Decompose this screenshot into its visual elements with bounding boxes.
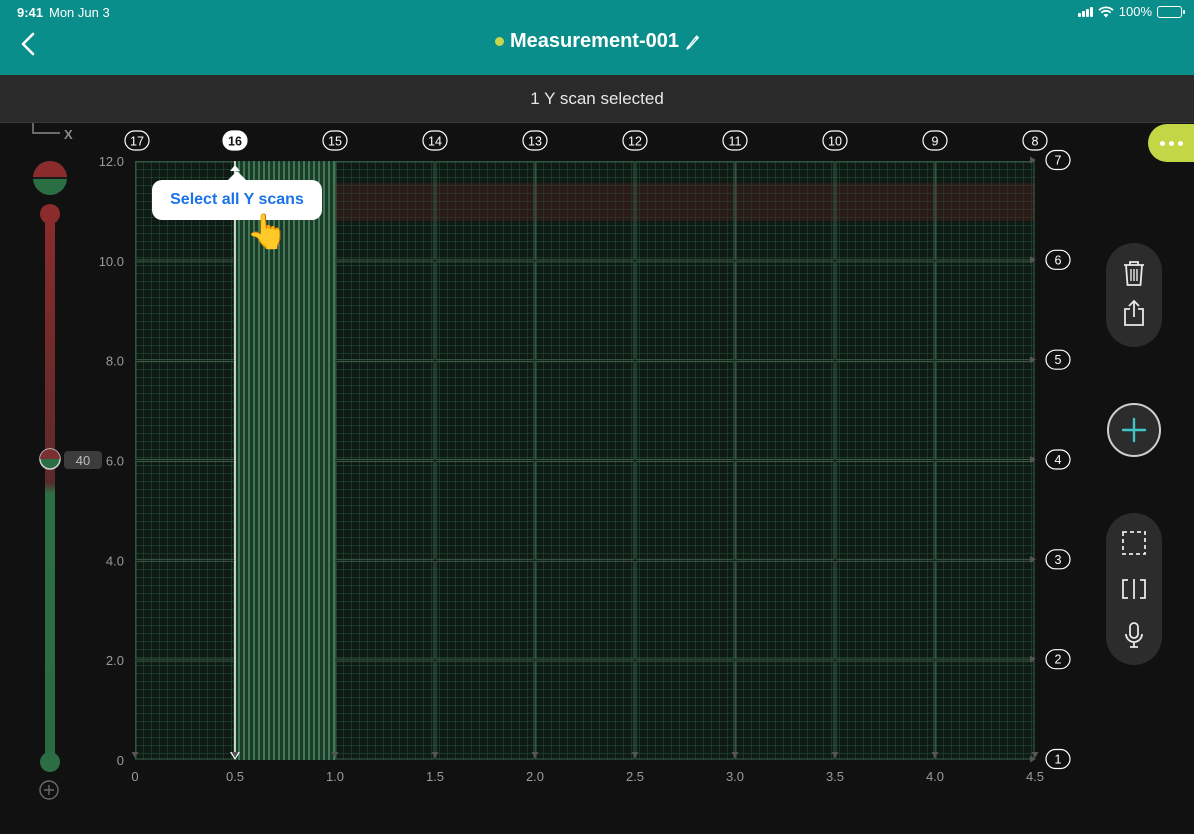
scan-grid-plot[interactable]: X 0 0.5 1.0 1.5 2.0 2.5 3.0 3.5 4.0 4.5 0 2.0 4.0 6.0… <box>0 123 1100 834</box>
selection-box-icon <box>1122 531 1146 555</box>
split-view-icon <box>1122 579 1146 599</box>
depth-value-badge: 40 <box>64 451 102 469</box>
y-scan-label-14[interactable]: 14 <box>422 130 448 151</box>
depth-slider-top-handle[interactable] <box>40 204 60 224</box>
y-scan-label-12[interactable]: 12 <box>622 130 648 151</box>
x-tick-label: 2.0 <box>526 769 544 784</box>
y-scan-number: 13 <box>528 135 542 149</box>
add-depth-icon-plus <box>44 785 54 795</box>
more-dot <box>1169 140 1174 146</box>
status-time: 9:41 <box>17 5 44 20</box>
y-scan-number: 8 <box>1032 135 1039 149</box>
x-tick-label: 2.5 <box>626 769 644 784</box>
selection-status: 1 Y scan selected <box>530 88 664 108</box>
y-tick-label: 2.0 <box>106 653 124 668</box>
status-date: Mon Jun 3 <box>49 5 110 20</box>
plus-icon <box>1121 417 1147 443</box>
axis-corner-icon <box>32 123 60 134</box>
split-view-button[interactable] <box>1114 569 1154 609</box>
signal-band <box>335 183 1035 221</box>
x-tick-label: 4.0 <box>926 769 944 784</box>
selection-bar: 1 Y scan selected <box>0 75 1194 123</box>
x-tick-label: 3.0 <box>726 769 744 784</box>
battery-icon <box>1157 5 1185 18</box>
y-scan-number: 14 <box>428 135 442 149</box>
x-scan-label-2[interactable]: 2 <box>1045 649 1071 670</box>
status-dot <box>495 37 505 46</box>
y-tick-label: 0 <box>117 753 124 768</box>
x-scan-label-4[interactable]: 4 <box>1045 449 1071 470</box>
x-scan-number: 4 <box>1055 453 1062 467</box>
depth-color-icon-top <box>33 161 67 178</box>
x-tick-label: 3.5 <box>826 769 844 784</box>
header: 9:41 Mon Jun 3 100% Measurement-001 <box>0 0 1194 75</box>
y-scan-number: 15 <box>328 135 342 149</box>
y-tick-label: 8.0 <box>106 354 124 369</box>
axis-corner-label: X <box>64 127 73 142</box>
x-scan-number: 6 <box>1055 253 1062 267</box>
y-scan-number: 17 <box>130 135 144 149</box>
x-scan-number: 2 <box>1055 653 1062 667</box>
y-scan-label-8[interactable]: 8 <box>1022 130 1048 151</box>
y-scan-label-16[interactable]: 16 <box>222 130 248 151</box>
x-scan-label-7[interactable]: 7 <box>1045 149 1071 171</box>
y-scan-label-17[interactable]: 17 <box>124 130 150 151</box>
add-button[interactable] <box>1107 403 1161 457</box>
voice-note-button[interactable] <box>1114 615 1154 655</box>
y-scan-label-11[interactable]: 11 <box>722 130 748 151</box>
title-area: Measurement-001 <box>0 30 1194 53</box>
x-tick-label: 1.0 <box>326 769 344 784</box>
y-scan-number: 12 <box>628 135 642 149</box>
y-scan-label-15[interactable]: 15 <box>322 130 348 151</box>
x-scan-number: 7 <box>1055 154 1062 168</box>
file-tools-group <box>1106 243 1162 347</box>
share-icon <box>1124 299 1144 326</box>
y-tick-label: 6.0 <box>106 454 124 469</box>
trash-icon <box>1124 261 1144 286</box>
x-tick-label: 4.5 <box>1026 769 1044 784</box>
x-tick-label: 0.5 <box>226 769 244 784</box>
y-scan-label-9[interactable]: 9 <box>922 130 948 151</box>
x-scan-number: 5 <box>1055 353 1062 367</box>
share-button[interactable] <box>1114 293 1154 333</box>
y-scan-number: 10 <box>828 135 842 149</box>
depth-slider-bottom-handle[interactable] <box>40 752 60 772</box>
status-indicators: 100% <box>1077 4 1185 19</box>
x-tick-label: 1.5 <box>426 769 444 784</box>
y-scan-label-10[interactable]: 10 <box>822 130 848 151</box>
x-tick-label: 0 <box>131 769 138 784</box>
pointing-hand-icon: 👆 <box>246 213 289 251</box>
x-scan-label-3[interactable]: 3 <box>1045 549 1071 570</box>
x-scan-number: 3 <box>1055 553 1062 567</box>
select-area-button[interactable] <box>1114 523 1154 563</box>
y-tick-label: 4.0 <box>106 553 124 568</box>
wifi-icon <box>1098 5 1114 17</box>
depth-slider-track[interactable] <box>45 214 55 762</box>
y-scan-label-13[interactable]: 13 <box>522 130 548 151</box>
view-tools-group <box>1106 513 1162 665</box>
more-dot <box>1178 140 1183 146</box>
more-options-button[interactable] <box>1148 124 1194 162</box>
x-scan-label-5[interactable]: 5 <box>1045 349 1071 370</box>
y-scan-number: 11 <box>729 135 742 149</box>
tooltip-label: Select all Y scans <box>170 191 304 208</box>
x-scan-number: 1 <box>1055 753 1062 767</box>
select-all-y-scans-tooltip[interactable]: Select all Y scans <box>152 171 322 220</box>
app: 9:41 Mon Jun 3 100% Measurement-001 1 Y … <box>0 0 1194 834</box>
microphone-icon <box>1125 622 1143 648</box>
y-scan-number: 16 <box>228 135 242 149</box>
depth-slider-handle-top <box>40 449 60 459</box>
x-scan-label-1[interactable]: 1 <box>1045 748 1071 770</box>
delete-button[interactable] <box>1114 253 1154 293</box>
y-scan-number: 9 <box>932 135 939 149</box>
more-dot <box>1160 140 1165 146</box>
page-title[interactable]: Measurement-001 <box>510 30 679 53</box>
x-scan-label-6[interactable]: 6 <box>1045 249 1071 270</box>
pencil-icon[interactable] <box>685 34 699 50</box>
cellular-signal-icon <box>1077 6 1093 17</box>
battery-percentage: 100% <box>1118 4 1152 19</box>
y-tick-label: 12.0 <box>99 154 124 169</box>
y-tick-label: 10.0 <box>99 254 124 269</box>
